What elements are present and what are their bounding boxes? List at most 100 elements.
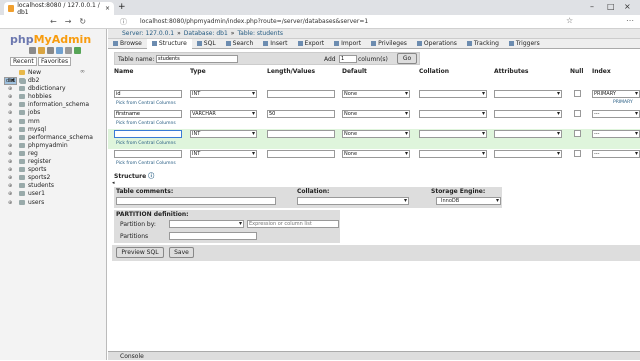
tab-insert[interactable]: Insert	[258, 39, 292, 49]
partition-expression-input[interactable]	[247, 220, 339, 228]
tab-export[interactable]: Export	[293, 39, 330, 49]
column-default-select[interactable]: None	[342, 150, 410, 158]
tab-operations[interactable]: Operations	[412, 39, 462, 49]
expand-icon[interactable]: ⊕	[8, 101, 12, 109]
table-comments-input[interactable]	[116, 197, 276, 205]
column-collation-select[interactable]	[419, 110, 487, 118]
console-bar[interactable]: Console	[108, 351, 640, 360]
column-name-input[interactable]	[114, 130, 182, 138]
info-icon[interactable]: ⓘ	[120, 17, 127, 27]
tab-tracking[interactable]: Tracking	[462, 39, 504, 49]
expand-icon[interactable]: ⊕	[8, 150, 12, 158]
sidebar-item-hobbies[interactable]: ⊕ hobbies	[4, 93, 107, 101]
browser-tab[interactable]: localhost:8080 / 127.0.0.1 / db1 ×	[4, 2, 114, 16]
column-index-select[interactable]: PRIMARY	[592, 90, 640, 98]
tab-structure[interactable]: Structure	[146, 38, 192, 49]
back-icon[interactable]: ←	[50, 17, 57, 26]
column-null-checkbox[interactable]	[574, 150, 581, 157]
scroll-left-icon[interactable]: ◂	[112, 180, 115, 186]
column-null-checkbox[interactable]	[574, 130, 581, 137]
column-index-select[interactable]: ---	[592, 130, 640, 138]
pick-central-columns-link[interactable]: Pick from Central Columns	[116, 101, 176, 106]
tab-privileges[interactable]: Privileges	[366, 39, 412, 49]
column-type-select[interactable]: VARCHAR	[190, 110, 257, 118]
expand-icon[interactable]: ⊕	[8, 182, 12, 190]
sql-docs-icon[interactable]	[56, 47, 63, 54]
recent-button[interactable]: Recent	[10, 57, 37, 66]
favorite-star-icon[interactable]: ☆	[566, 16, 573, 25]
column-type-select[interactable]: INT	[190, 90, 257, 98]
sidebar-item-dbdictionary[interactable]: ⊕ dbdictionary	[4, 85, 107, 93]
phpmyadmin-logo[interactable]: phpMyAdmin	[10, 33, 91, 46]
column-attributes-select[interactable]	[494, 150, 562, 158]
sidebar-item-sports2[interactable]: ⊕ sports2	[4, 174, 107, 182]
sidebar-item-mysql[interactable]: ⊕ mysql	[4, 126, 107, 134]
breadcrumb-database[interactable]: Database: db1	[184, 30, 228, 37]
tab-browse[interactable]: Browse	[108, 39, 147, 49]
favorites-button[interactable]: Favorites	[38, 57, 72, 66]
column-name-input[interactable]	[114, 90, 182, 98]
column-index-select[interactable]: ---	[592, 150, 640, 158]
column-collation-select[interactable]	[419, 150, 487, 158]
expand-icon[interactable]: ⊕	[8, 190, 12, 198]
expand-icon[interactable]: ⊕	[8, 85, 12, 93]
breadcrumb-table[interactable]: Table: students	[237, 30, 283, 37]
close-window-icon[interactable]: ×	[624, 2, 631, 11]
column-name-input[interactable]	[114, 150, 182, 158]
column-type-select[interactable]: INT	[190, 130, 257, 138]
column-type-select[interactable]: INT	[190, 150, 257, 158]
home-icon[interactable]	[29, 47, 36, 54]
tab-sql[interactable]: SQL	[192, 39, 221, 49]
expand-icon[interactable]: ⊕	[8, 118, 12, 126]
reload-icon[interactable]: ↻	[79, 17, 86, 26]
menu-dots-icon[interactable]: ⋯	[626, 16, 634, 25]
sidebar-item-information-schema[interactable]: ⊕ information_schema	[4, 101, 107, 109]
column-length-input[interactable]	[267, 150, 335, 158]
pick-central-columns-link[interactable]: Pick from Central Columns	[116, 121, 176, 126]
pick-central-columns-link[interactable]: Pick from Central Columns	[116, 141, 176, 146]
horizontal-scrollbar[interactable]	[108, 179, 640, 181]
expand-icon[interactable]: ⊕	[8, 134, 12, 142]
forward-icon[interactable]: →	[65, 17, 72, 26]
column-name-input[interactable]	[114, 110, 182, 118]
table-name-input[interactable]	[156, 55, 238, 63]
tab-search[interactable]: Search	[221, 39, 259, 49]
column-attributes-select[interactable]	[494, 90, 562, 98]
expand-icon[interactable]: ⊕	[8, 158, 12, 166]
preview-sql-button[interactable]: Preview SQL	[116, 247, 164, 258]
sidebar-item-sports[interactable]: ⊕ sports	[4, 166, 107, 174]
expand-icon[interactable]: ⊕	[8, 142, 12, 150]
sidebar-item-user1[interactable]: ⊕ user1	[4, 190, 107, 198]
column-null-checkbox[interactable]	[574, 110, 581, 117]
column-default-select[interactable]: None	[342, 130, 410, 138]
expand-icon[interactable]: ⊕	[8, 199, 12, 207]
sidebar-item-jobs[interactable]: ⊕ jobs	[4, 109, 107, 117]
url-input[interactable]: localhost:8080/phpmyadmin/index.php?rout…	[140, 18, 368, 25]
new-tab-icon[interactable]: +	[118, 2, 126, 12]
expand-icon[interactable]: ⊕	[8, 109, 12, 117]
tab-import[interactable]: Import	[329, 39, 366, 49]
table-collation-select[interactable]	[297, 197, 409, 205]
column-collation-select[interactable]	[419, 130, 487, 138]
breadcrumb-server[interactable]: Server: 127.0.0.1	[122, 30, 174, 37]
column-default-select[interactable]: None	[342, 110, 410, 118]
storage-engine-select[interactable]: InnoDB	[436, 197, 501, 205]
partitions-input[interactable]	[169, 232, 257, 240]
partition-by-select[interactable]	[169, 220, 244, 228]
sidebar-item-users[interactable]: ⊕ users	[4, 199, 107, 207]
column-null-checkbox[interactable]	[574, 90, 581, 97]
maximize-icon[interactable]: □	[607, 2, 615, 11]
column-collation-select[interactable]	[419, 90, 487, 98]
tab-triggers[interactable]: Triggers	[504, 39, 545, 49]
expand-icon[interactable]: ⊕	[8, 126, 12, 134]
sidebar-item-register[interactable]: ⊕ register	[4, 158, 107, 166]
sidebar-item-new[interactable]: New	[4, 69, 107, 77]
column-length-input[interactable]	[267, 90, 335, 98]
column-attributes-select[interactable]	[494, 130, 562, 138]
sidebar-item-reg[interactable]: ⊕ reg	[4, 150, 107, 158]
logout-icon[interactable]	[38, 47, 45, 54]
sidebar-item-db2[interactable]: ⊕ db2	[4, 77, 107, 85]
reload-nav-icon[interactable]	[74, 47, 81, 54]
column-length-input[interactable]	[267, 110, 335, 118]
expand-icon[interactable]: ⊕	[8, 166, 12, 174]
